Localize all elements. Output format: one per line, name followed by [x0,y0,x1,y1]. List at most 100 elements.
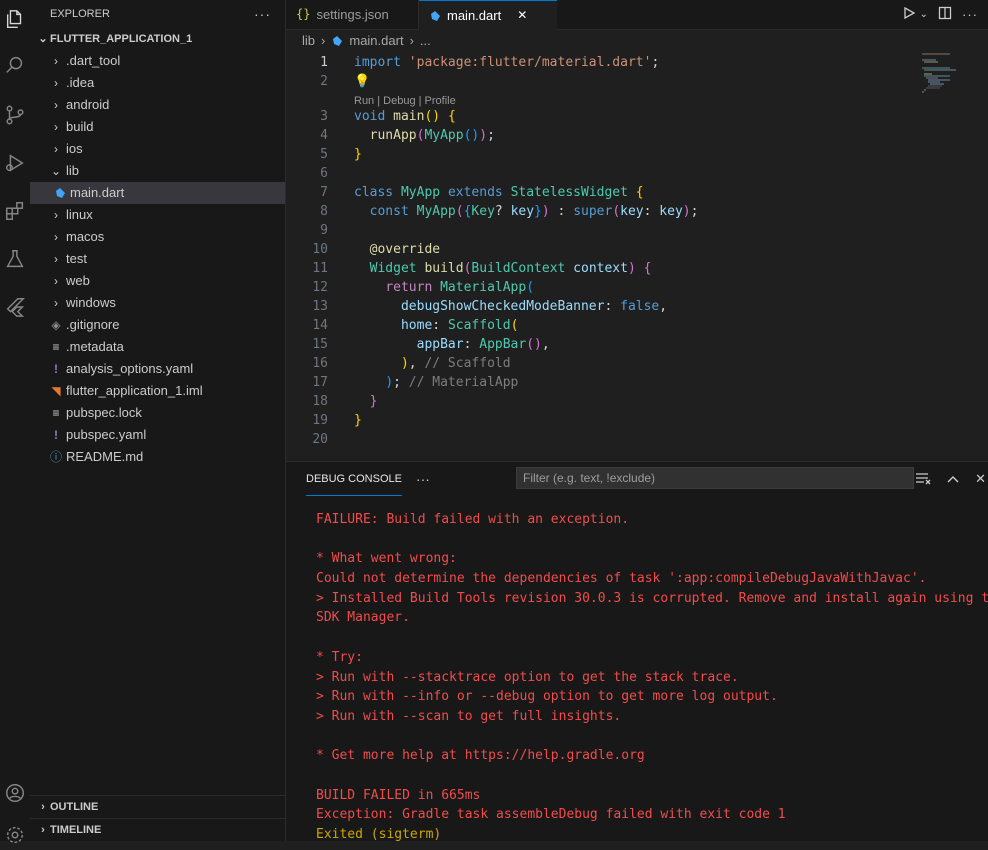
tree-file[interactable]: ≡ pubspec.lock [30,402,285,424]
console-line: FAILURE: Build failed with an exception. [316,512,630,527]
tree-folder[interactable]: › ios [30,138,285,160]
console-line: Exception: Gradle task assembleDebug fai… [316,807,786,823]
tree-item-label: main.dart [70,185,125,200]
info-file-icon: ⓘ [49,450,62,464]
lightbulb-icon[interactable]: 💡 [354,72,370,91]
line-number: 12 [312,280,328,295]
more-actions-icon[interactable]: ··· [962,7,978,22]
clear-console-icon[interactable] [915,471,931,488]
breadcrumb-lib[interactable]: lib [302,30,315,52]
console-line: Exited (sigterm) [316,827,442,842]
tree-folder[interactable]: › .idea [30,72,285,94]
chevron-down-icon[interactable]: ⌄ [920,9,928,20]
activity-bar [0,0,31,844]
tree-folder[interactable]: › macos [30,226,285,248]
tab-debug-console[interactable]: DEBUG CONSOLE [306,462,402,496]
console-line: * Get more help at https://help.gradle.o… [316,748,645,764]
code-line: Widget build(BuildContext context) { [369,261,652,276]
tree-item-label: build [66,119,94,134]
git-file-icon: ◈ [51,318,61,332]
search-icon[interactable] [0,50,30,80]
tree-folder[interactable]: › web [30,270,285,292]
line-number: 16 [312,356,328,371]
chevron-down-icon: ⌄ [38,33,48,45]
tree-file[interactable]: main.dart [30,182,285,204]
project-folder-header[interactable]: ⌄ FLUTTER_APPLICATION_1 [30,28,285,50]
json-icon: {} [296,7,311,21]
flutter-icon[interactable] [0,292,30,322]
tree-item-label: windows [66,295,116,310]
source-control-icon[interactable] [0,100,30,130]
console-filter-input[interactable] [516,467,914,489]
line-number: 14 [312,318,328,333]
line-number: 7 [320,185,328,200]
extensions-icon[interactable] [0,196,30,226]
console-line: > Installed Build Tools revision 30.0.3 … [316,590,988,606]
explorer-more-actions-icon[interactable]: ··· [254,0,271,28]
line-number: 13 [312,299,328,314]
account-icon[interactable] [0,778,30,808]
split-editor-icon[interactable] [938,6,952,23]
tab-main-dart[interactable]: main.dart ✕ [419,0,557,30]
tree-file[interactable]: ◥ flutter_application_1.iml [30,380,285,402]
line-number: 11 [312,261,328,276]
chevron-right-icon: › [409,33,414,48]
tree-file[interactable]: ! analysis_options.yaml [30,358,285,380]
chevron-right-icon: › [41,824,45,836]
code-line: } [354,413,362,428]
run-icon[interactable] [902,6,916,23]
tab-settings-json[interactable]: {} settings.json [286,0,419,29]
tree-item-label: .dart_tool [66,53,121,68]
code-line: class MyApp extends StatelessWidget { [354,185,644,200]
tree-folder[interactable]: › test [30,248,285,270]
code-line: home: Scaffold( [400,318,519,333]
code-line: ), // Scaffold [400,356,511,371]
breadcrumb-file[interactable]: main.dart [349,30,403,52]
text-file-icon: ≡ [52,406,60,420]
tree-folder[interactable]: › build [30,116,285,138]
testing-icon[interactable] [0,244,30,274]
close-panel-icon[interactable]: ✕ [975,471,986,487]
console-line: * Try: [316,649,363,665]
tree-item-label: pubspec.lock [66,405,142,420]
console-line: SDK Manager. [316,610,410,626]
tree-folder[interactable]: ⌄ lib [30,160,285,182]
close-icon[interactable]: ✕ [517,1,527,30]
tree-folder[interactable]: › linux [30,204,285,226]
console-output[interactable]: FAILURE: Build failed with an exception.… [316,510,988,845]
line-number: 1 [320,55,328,70]
timeline-section-header[interactable]: › TIMELINE [30,818,285,841]
tree-folder[interactable]: › android [30,94,285,116]
outline-section-header[interactable]: › OUTLINE [30,795,285,818]
line-number: 2 [320,74,328,89]
code-line: import 'package:flutter/material.dart'; [354,55,660,70]
bottom-sections: › OUTLINE › TIMELINE [30,795,285,841]
run-debug-icon[interactable] [0,148,30,178]
minimap[interactable] [920,52,980,102]
code-line: appBar: AppBar(), [416,337,550,352]
explorer-icon[interactable] [0,4,30,34]
tree-file[interactable]: ⓘ README.md [30,446,285,468]
chevron-right-icon: › [54,296,58,310]
tree-folder[interactable]: › windows [30,292,285,314]
maximize-panel-icon[interactable] [947,472,959,487]
code-editor[interactable]: 1 2 3 4 5 6 7 8 9 10 11 12 13 14 15 16 17 18 19 20 import '… [286,52,988,460]
tree-item-label: ios [66,141,83,156]
tree-item-label: web [66,273,90,288]
tree-item-label: linux [66,207,93,222]
more-actions-icon[interactable]: ··· [416,471,430,487]
chevron-right-icon: › [54,252,58,266]
code-line: } [354,147,362,162]
file-tree: › .dart_tool › .idea › android › build › ios ⌄ lib m… [30,50,285,468]
code-line: void main() { [354,109,456,124]
tree-folder[interactable]: › .dart_tool [30,50,285,72]
explorer-sidebar: EXPLORER ··· ⌄ FLUTTER_APPLICATION_1 › .d… [30,0,286,841]
breadcrumb-rest[interactable]: ... [420,30,431,52]
line-number: 15 [312,337,328,352]
tree-file[interactable]: ≡ .metadata [30,336,285,358]
tree-file[interactable]: ◈ .gitignore [30,314,285,336]
tree-file[interactable]: ! pubspec.yaml [30,424,285,446]
settings-gear-icon[interactable] [0,820,30,850]
